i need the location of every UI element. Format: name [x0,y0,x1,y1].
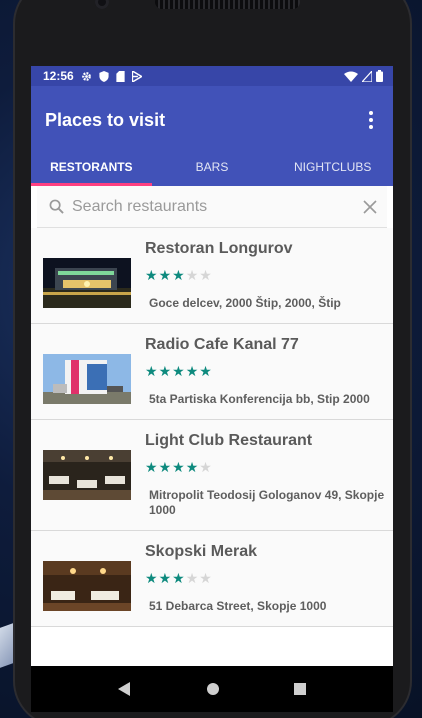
star-empty-icon: ★ [185,267,199,283]
star-filled-icon: ★ [172,570,185,586]
restaurant-name: Restoran Longurov [145,240,293,257]
list-item[interactable]: Light Club Restaurant ★ ★ ★ ★ ★ Mitropolit T… [31,420,393,531]
search-icon [49,199,64,214]
restaurant-photo [43,354,131,404]
restaurant-name: Radio Cafe Kanal 77 [145,336,299,353]
star-filled-icon: ★ [145,570,158,586]
rating-stars: ★ ★ ★ ★ ★ [145,268,385,282]
status-time: 12:56 [43,69,74,83]
star-filled-icon: ★ [172,459,185,475]
star-empty-icon: ★ [185,570,199,586]
recents-icon[interactable] [294,683,306,695]
star-filled-icon: ★ [145,363,158,379]
restaurant-address: 5ta Partiska Konferencija bb, Stip 2000 [149,392,370,406]
star-filled-icon: ★ [199,363,212,379]
star-filled-icon: ★ [158,459,172,475]
restaurant-name: Light Club Restaurant [145,432,313,449]
sd-card-icon [116,70,125,82]
system-nav-bar [31,666,393,712]
background-logo-fragment [0,622,16,668]
status-bar: 12:56 [31,66,393,86]
star-filled-icon: ★ [172,267,185,283]
list-item[interactable]: Restoran Longurov ★ ★ ★ ★ ★ Goce delcev, 200… [31,228,393,324]
tab-bars[interactable]: Bars [152,154,273,186]
battery-icon [376,70,383,82]
app-bar: Places to visit [31,86,393,154]
restaurant-address: Mitropolit Teodosij Gologanov 49, Skopje… [149,488,385,517]
rating-stars: ★ ★ ★ ★ ★ [145,571,385,585]
search-input[interactable] [72,197,363,216]
star-filled-icon: ★ [185,363,199,379]
star-filled-icon: ★ [145,267,158,283]
star-filled-icon: ★ [145,459,158,475]
tab-bar: Restorants Bars Nightclubs [31,154,393,186]
star-empty-icon: ★ [199,267,212,283]
signal-icon [362,70,372,82]
overflow-menu-icon[interactable] [363,105,379,135]
app-title: Places to visit [45,109,166,130]
restaurant-address: 51 Debarca Street, Skopje 1000 [149,599,327,613]
front-camera [95,0,109,9]
tab-nightclubs[interactable]: Nightclubs [272,154,393,186]
list-item[interactable]: Skopski Merak ★ ★ ★ ★ ★ 51 Debarca Street, S… [31,531,393,627]
restaurant-name: Skopski Merak [145,543,258,560]
restaurant-address: Goce delcev, 2000 Štip, 2000, Štip [149,296,341,310]
search-bar [37,186,387,228]
star-filled-icon: ★ [172,363,185,379]
list-item[interactable]: Radio Cafe Kanal 77 ★ ★ ★ ★ ★ 5ta Partiska K… [31,324,393,420]
star-empty-icon: ★ [199,570,212,586]
home-icon[interactable] [206,682,220,696]
rating-stars: ★ ★ ★ ★ ★ [145,460,385,474]
star-filled-icon: ★ [158,570,172,586]
wifi-icon [344,71,358,82]
star-filled-icon: ★ [158,267,172,283]
close-icon[interactable] [363,199,377,214]
gear-icon [81,71,91,81]
rating-stars: ★ ★ ★ ★ ★ [145,364,385,378]
restaurant-photo [43,450,131,500]
star-empty-icon: ★ [199,459,212,475]
restaurant-list: Restoran Longurov ★ ★ ★ ★ ★ Goce delcev, 200… [31,228,393,627]
app-screen: 12:56 Places to visit Restorants Bars Ni… [31,66,393,712]
play-store-icon [131,70,142,82]
restaurant-photo [43,258,131,308]
back-icon[interactable] [118,682,132,696]
tab-restorants[interactable]: Restorants [31,154,152,186]
earpiece-speaker [155,0,300,9]
shield-icon [99,70,109,82]
star-filled-icon: ★ [185,459,199,475]
restaurant-photo [43,561,131,611]
star-filled-icon: ★ [158,363,172,379]
